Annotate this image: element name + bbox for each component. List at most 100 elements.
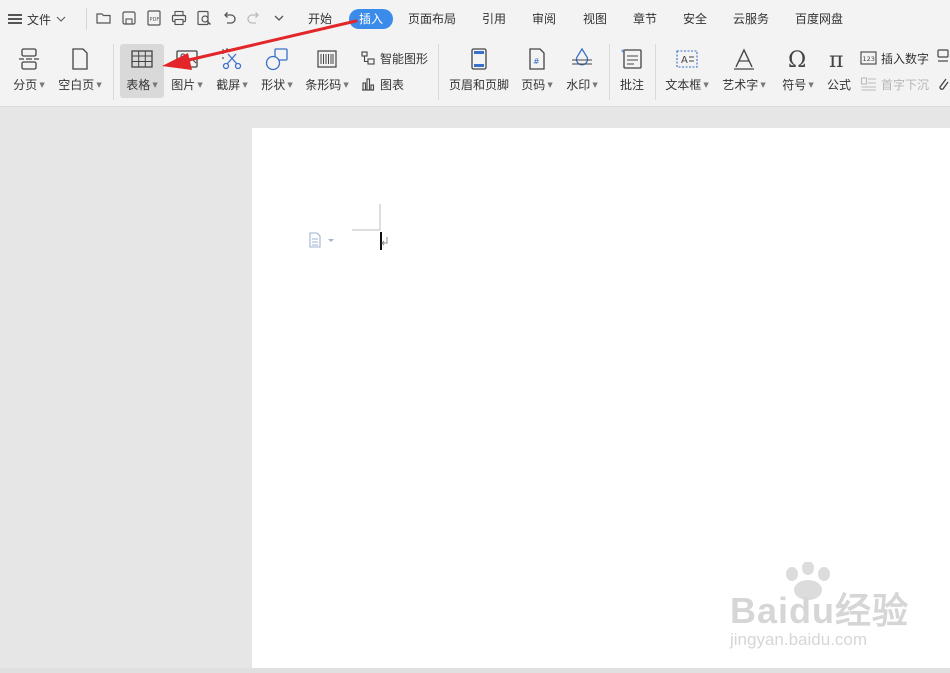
paragraph-mark-icon xyxy=(381,237,388,246)
tab-review[interactable]: 审阅 xyxy=(530,9,558,29)
svg-text:PDF: PDF xyxy=(150,17,160,23)
comment-button[interactable]: * 批注 xyxy=(615,44,649,98)
ribbon-toolbar: 分页 ▼ 空白页 ▼ 表格 ▼ 图片 ▼ 截屏 ▼ 形状 ▼ 条形码 ▼ 智能图形 图表 页眉… xyxy=(0,38,950,107)
formula-button[interactable]: π 公式 xyxy=(822,44,856,98)
attachment-icon[interactable] xyxy=(936,75,950,93)
barcode-icon xyxy=(317,50,337,68)
top-bar: 文件 PDF 开始 插入 页面布局 引用 审阅 视图 章节 安全 云服务 百度网… xyxy=(0,0,950,38)
watermark-label: 水印 xyxy=(566,78,591,92)
tab-section[interactable]: 章节 xyxy=(631,9,659,29)
shape-label: 形状 xyxy=(261,78,286,92)
textbox-icon: A xyxy=(676,50,698,68)
table-button[interactable]: 表格 ▼ xyxy=(120,44,164,98)
ribbon-divider xyxy=(609,44,610,100)
page-number-label: 页码 xyxy=(521,78,546,92)
svg-text:Ω: Ω xyxy=(788,48,806,72)
header-footer-icon xyxy=(471,48,487,70)
wordart-button[interactable]: 艺术字 ▼ xyxy=(719,44,769,98)
customize-dropdown-icon[interactable] xyxy=(270,9,288,27)
save-icon[interactable] xyxy=(120,9,138,27)
smart-graphic-icon xyxy=(361,51,375,65)
shape-button[interactable]: 形状 ▼ xyxy=(256,44,298,98)
symbol-label: 符号 xyxy=(782,78,807,92)
barcode-button[interactable]: 条形码 ▼ xyxy=(302,44,352,98)
picture-label: 图片 xyxy=(171,78,196,92)
comment-label: 批注 xyxy=(619,78,644,92)
drop-cap-label: 首字下沉 xyxy=(881,77,930,92)
baidu-watermark: Baidu经验 jingyan.baidu.com xyxy=(730,562,910,649)
blank-page-label: 空白页 xyxy=(58,78,95,92)
undo-icon[interactable] xyxy=(220,9,238,27)
status-bar-edge xyxy=(0,668,950,673)
screenshot-button[interactable]: 截屏 ▼ xyxy=(211,44,253,98)
barcode-label: 条形码 xyxy=(305,78,342,92)
watermark-icon xyxy=(572,47,592,66)
symbol-button[interactable]: Ω 符号 ▼ xyxy=(779,44,817,98)
scissors-icon xyxy=(222,48,242,70)
blank-page-icon xyxy=(72,48,88,70)
ribbon-divider xyxy=(438,44,439,100)
ribbon-divider xyxy=(655,44,656,100)
bar-chart-icon xyxy=(362,78,375,91)
paragraph-layout-icon[interactable] xyxy=(308,232,338,248)
svg-text:#: # xyxy=(533,57,540,66)
wordart-label: 艺术字 xyxy=(722,78,759,92)
menu-icon xyxy=(8,14,22,24)
object-icon[interactable] xyxy=(936,48,950,66)
omega-icon: Ω xyxy=(788,48,806,72)
file-menu-button[interactable]: 文件 xyxy=(8,9,66,29)
chevron-down-icon xyxy=(56,16,66,22)
blank-page-button[interactable]: 空白页 ▼ xyxy=(54,44,106,98)
tab-insert[interactable]: 插入 xyxy=(349,9,394,29)
file-menu-label: 文件 xyxy=(27,12,52,27)
header-footer-label: 页眉和页脚 xyxy=(448,78,509,92)
picture-icon xyxy=(176,50,198,68)
table-icon xyxy=(131,50,153,68)
svg-text:123: 123 xyxy=(863,55,875,63)
ribbon-divider xyxy=(113,44,114,100)
insert-number-button[interactable]: 123 插入数字 xyxy=(860,49,929,67)
print-preview-icon[interactable] xyxy=(195,9,213,27)
divider xyxy=(86,8,87,30)
shape-icon xyxy=(265,48,288,71)
table-label: 表格 xyxy=(126,78,151,92)
page-break-button[interactable]: 分页 ▼ xyxy=(8,44,50,98)
chart-label: 图表 xyxy=(380,77,405,92)
watermark-button[interactable]: 水印 ▼ xyxy=(561,44,603,98)
comment-icon: * xyxy=(621,48,642,69)
redo-icon xyxy=(247,12,259,24)
textbox-label: 文本框 xyxy=(665,78,702,92)
margin-corner-mark xyxy=(352,204,381,231)
pi-icon: π xyxy=(829,48,843,72)
page-break-icon xyxy=(19,48,39,70)
picture-button[interactable]: 图片 ▼ xyxy=(166,44,208,98)
tab-cloud-service[interactable]: 云服务 xyxy=(731,9,771,29)
drop-cap-button: 首字下沉 xyxy=(860,75,929,93)
tab-references[interactable]: 引用 xyxy=(480,9,508,29)
formula-label: 公式 xyxy=(826,78,851,92)
open-folder-icon[interactable] xyxy=(95,9,113,27)
screenshot-label: 截屏 xyxy=(216,78,241,92)
textbox-button[interactable]: A 文本框 ▼ xyxy=(662,44,712,98)
tab-security[interactable]: 安全 xyxy=(681,9,709,29)
svg-text:*: * xyxy=(621,48,625,57)
tab-start[interactable]: 开始 xyxy=(306,9,334,29)
page-number-icon: # xyxy=(529,48,545,70)
tab-baidu-netdisk[interactable]: 百度网盘 xyxy=(793,9,845,29)
page-break-label: 分页 xyxy=(13,78,38,92)
watermark-main-text: Baidu经验 xyxy=(730,590,910,631)
chart-button[interactable]: 图表 xyxy=(360,75,404,93)
pdf-export-icon[interactable]: PDF xyxy=(145,9,163,27)
svg-text:A: A xyxy=(681,55,688,66)
smart-graphic-label: 智能图形 xyxy=(380,51,429,66)
smart-graphic-button[interactable]: 智能图形 xyxy=(360,49,428,67)
drop-cap-icon xyxy=(860,77,876,91)
page-number-button[interactable]: # 页码 ▼ xyxy=(516,44,558,98)
watermark-sub-text: jingyan.baidu.com xyxy=(730,630,868,649)
print-icon[interactable] xyxy=(170,9,188,27)
insert-number-label: 插入数字 xyxy=(881,51,930,66)
tab-view[interactable]: 视图 xyxy=(581,9,609,29)
header-footer-button[interactable]: 页眉和页脚 xyxy=(446,44,512,98)
tab-page-layout[interactable]: 页面布局 xyxy=(406,9,458,29)
svg-text:π: π xyxy=(829,48,843,72)
